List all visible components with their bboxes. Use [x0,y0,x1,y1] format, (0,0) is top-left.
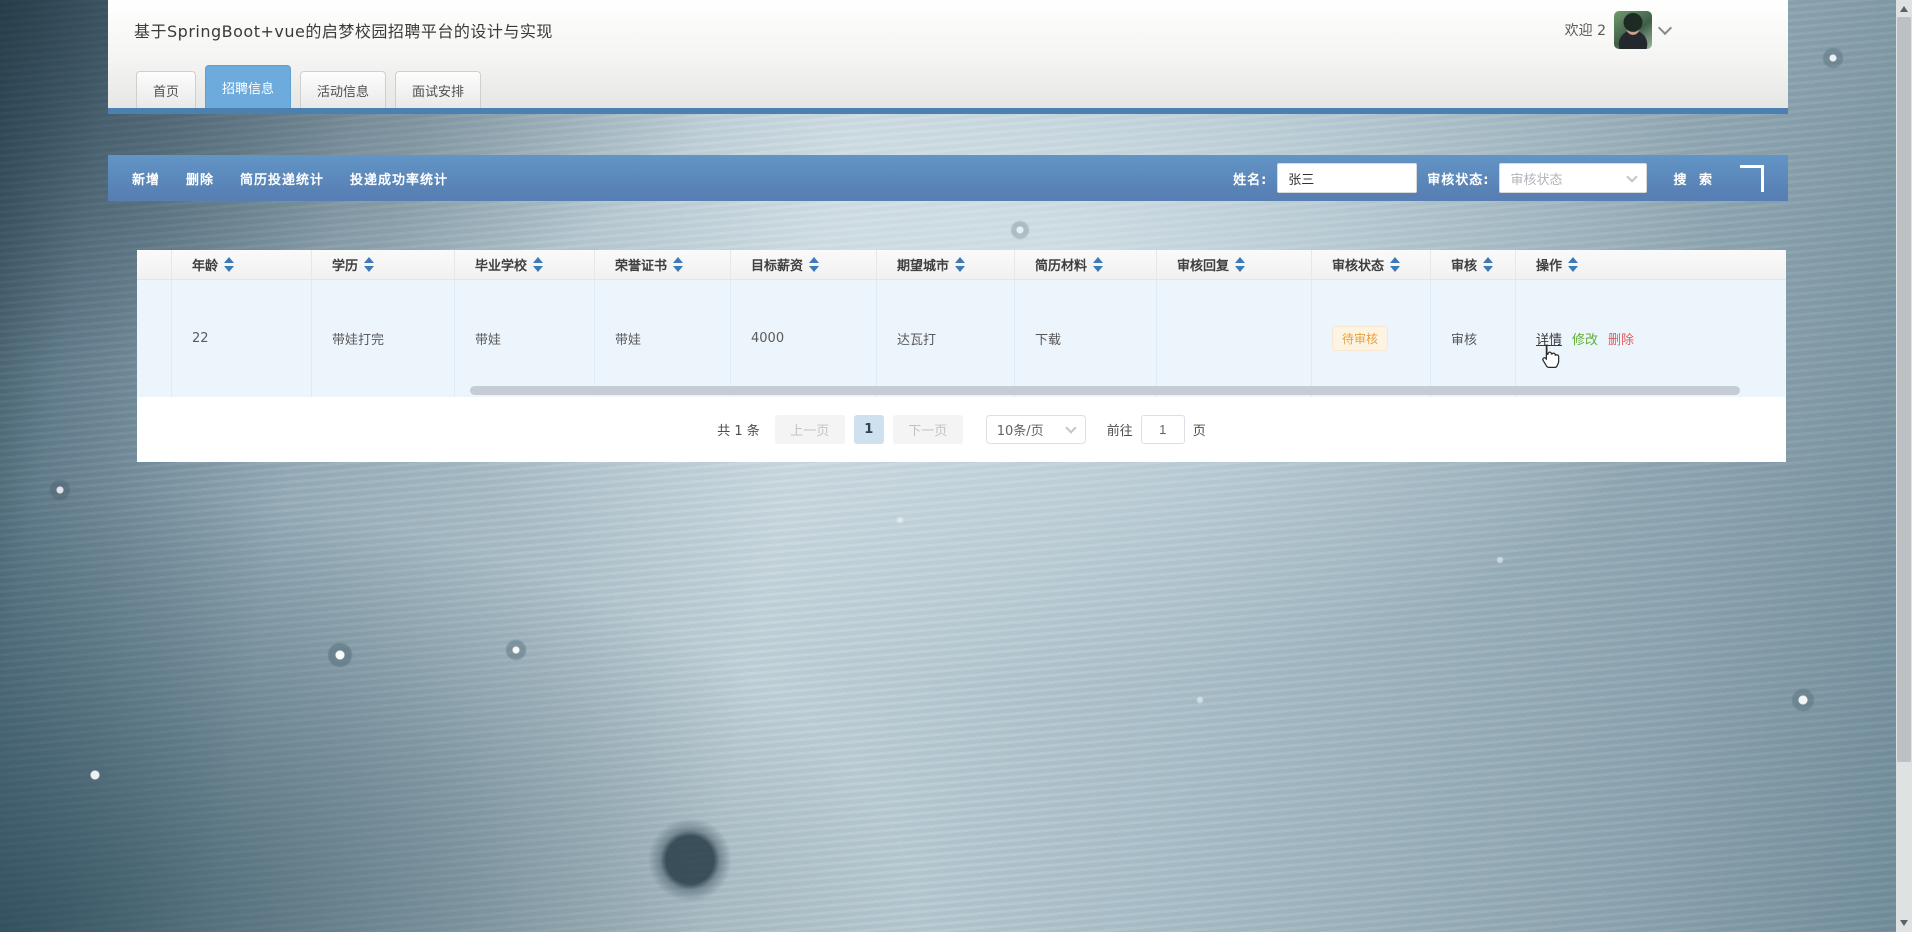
table-row: 22 带娃打完 带娃 带娃 4000 达瓦打 下载 待审核 审核 详情 修改 删… [137,280,1786,397]
header-divider [108,108,1788,114]
nav-tabs: 首页 招聘信息 活动信息 面试安排 [136,65,482,108]
tab-recruitment-info[interactable]: 招聘信息 [205,65,292,108]
vertical-scrollbar-thumb[interactable] [1897,17,1911,762]
table-card: 年龄 学历 毕业学校 荣誉证书 目标薪资 期望城市 简历材料 审核回复 审核状态… [137,250,1786,462]
column-header-resume[interactable]: 简历材料 [1015,250,1157,279]
chevron-down-icon [1065,422,1077,434]
status-badge: 待审核 [1332,326,1389,351]
success-rate-stats-button[interactable]: 投递成功率统计 [350,169,448,188]
page-size-value: 10条/页 [996,424,1044,439]
sort-carets-icon[interactable] [1568,257,1579,272]
sort-carets-icon[interactable] [224,257,235,272]
scroll-down-arrow[interactable] [1896,915,1912,932]
cell-reply [1157,280,1312,397]
status-label: 审核状态: [1427,172,1490,188]
audit-link[interactable]: 审核 [1451,329,1477,348]
sort-carets-icon[interactable] [1235,257,1246,272]
cell-certificate: 带娃 [595,280,731,397]
column-header-salary[interactable]: 目标薪资 [731,250,877,279]
tab-home[interactable]: 首页 [136,71,197,108]
column-header-education[interactable]: 学历 [312,250,455,279]
cell-select [137,280,172,397]
chevron-down-icon [1626,170,1639,183]
search-button[interactable]: 搜 索 [1673,169,1716,188]
scroll-up-arrow[interactable] [1896,0,1912,17]
goto-unit: 页 [1192,424,1206,439]
avatar[interactable] [1614,11,1652,49]
delete-button[interactable]: 删除 [186,169,214,188]
column-header-audit[interactable]: 审核 [1431,250,1516,279]
cell-education: 带娃打完 [312,280,455,397]
goto-label: 前往 [1106,424,1133,439]
add-button[interactable]: 新增 [132,169,160,188]
status-select[interactable]: 审核状态 [1499,163,1648,193]
status-select-placeholder: 审核状态 [1510,172,1563,188]
action-toolbar: 新增 删除 简历投递统计 投递成功率统计 姓名: 审核状态: 审核状态 搜 索 [108,155,1788,201]
pagination: 共 1 条 上一页 1 下一页 10条/页 前往 页 [137,397,1786,462]
sort-carets-icon[interactable] [809,257,820,272]
download-link[interactable]: 下载 [1035,329,1061,348]
cell-salary: 4000 [731,280,877,397]
main-content: 基于SpringBoot+vue的启梦校园招聘平台的设计与实现 欢迎 2 首页 … [108,0,1788,932]
column-header-actions[interactable]: 操作 [1516,250,1786,279]
corner-bracket-decoration [1740,164,1764,192]
prev-page-button[interactable]: 上一页 [774,415,845,444]
sort-carets-icon[interactable] [1483,257,1494,272]
sort-carets-icon[interactable] [364,257,375,272]
edit-link[interactable]: 修改 [1572,329,1598,348]
cell-age: 22 [172,280,312,397]
cell-status: 待审核 [1312,280,1431,397]
column-header-reply[interactable]: 审核回复 [1157,250,1312,279]
name-label: 姓名: [1233,172,1268,188]
cell-resume: 下载 [1015,280,1157,397]
column-header-school[interactable]: 毕业学校 [455,250,595,279]
app-header: 基于SpringBoot+vue的启梦校园招聘平台的设计与实现 欢迎 2 首页 … [108,0,1788,108]
goto-page: 前往 页 [1107,415,1206,444]
next-page-button[interactable]: 下一页 [892,415,963,444]
column-header-age[interactable]: 年龄 [172,250,312,279]
cell-actions: 详情 修改 删除 [1516,280,1786,397]
page-size-select[interactable]: 10条/页 [985,415,1086,444]
sort-carets-icon[interactable] [955,257,966,272]
column-header-certificate[interactable]: 荣誉证书 [595,250,731,279]
page-title: 基于SpringBoot+vue的启梦校园招聘平台的设计与实现 [134,22,553,41]
cell-city: 达瓦打 [877,280,1015,397]
user-menu[interactable]: 欢迎 2 [1564,10,1673,50]
total-count: 共 1 条 [717,424,760,439]
welcome-text: 欢迎 2 [1564,23,1606,39]
column-header-status[interactable]: 审核状态 [1312,250,1431,279]
sort-carets-icon[interactable] [1093,257,1104,272]
vertical-scrollbar[interactable] [1896,0,1912,932]
sort-carets-icon[interactable] [533,257,544,272]
chevron-down-icon[interactable] [1657,20,1673,36]
cell-audit: 审核 [1431,280,1516,397]
tab-activity-info[interactable]: 活动信息 [300,71,387,108]
table-header-row: 年龄 学历 毕业学校 荣誉证书 目标薪资 期望城市 简历材料 审核回复 审核状态… [137,250,1786,280]
cell-school: 带娃 [455,280,595,397]
detail-link[interactable]: 详情 [1536,329,1562,348]
column-header-city[interactable]: 期望城市 [877,250,1015,279]
tab-interview-schedule[interactable]: 面试安排 [395,71,482,108]
name-input[interactable] [1277,163,1418,193]
horizontal-scrollbar-thumb[interactable] [470,386,1740,395]
resume-stats-button[interactable]: 简历投递统计 [240,169,324,188]
sort-carets-icon[interactable] [673,257,684,272]
sort-carets-icon[interactable] [1390,257,1401,272]
delete-link[interactable]: 删除 [1608,329,1634,348]
page-number-1[interactable]: 1 [853,415,884,444]
goto-page-input[interactable] [1140,415,1185,444]
search-area: 姓名: 审核状态: 审核状态 搜 索 [1233,163,1764,193]
column-header-select [137,250,172,279]
